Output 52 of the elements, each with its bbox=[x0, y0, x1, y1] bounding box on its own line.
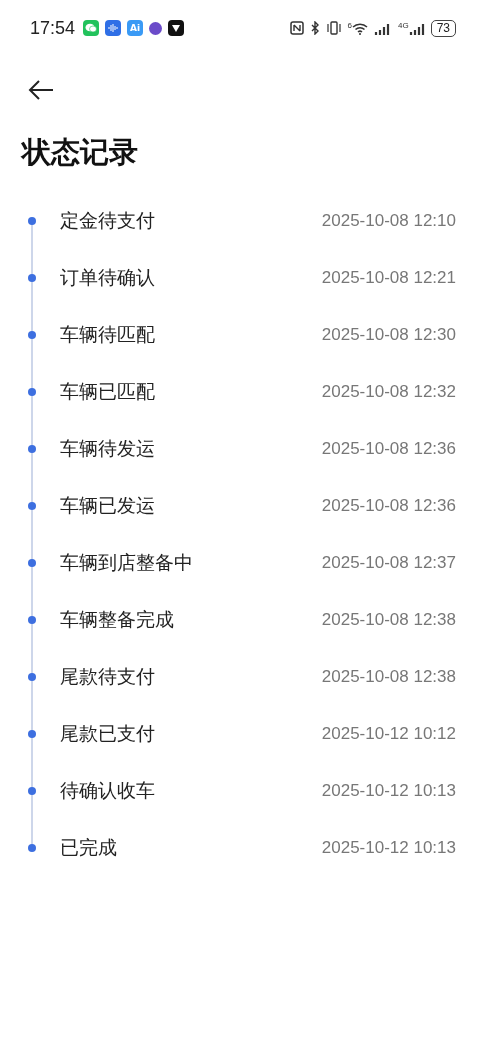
triangle-app-icon bbox=[168, 20, 185, 36]
timestamp: 2025-10-08 12:36 bbox=[321, 438, 456, 459]
status-label: 尾款已支付 bbox=[60, 720, 156, 746]
timestamp: 2025-10-08 12:21 bbox=[321, 267, 456, 288]
timestamp: 2025-10-08 12:38 bbox=[321, 666, 456, 687]
vibrate-icon bbox=[325, 21, 342, 35]
status-label: 车辆已匹配 bbox=[60, 378, 156, 404]
timeline-dot bbox=[28, 787, 36, 795]
timestamp: 2025-10-08 12:38 bbox=[321, 609, 456, 630]
app-icon bbox=[149, 21, 163, 35]
status-label: 待确认收车 bbox=[60, 777, 156, 803]
timestamp: 2025-10-08 12:30 bbox=[321, 324, 456, 345]
timestamp: 2025-10-12 10:12 bbox=[321, 723, 456, 744]
timeline-dot bbox=[28, 274, 36, 282]
chat-app-icon bbox=[83, 20, 100, 36]
timeline-dot bbox=[28, 388, 36, 396]
nfc-icon bbox=[289, 21, 304, 35]
timestamp: 2025-10-08 12:32 bbox=[321, 381, 456, 402]
timeline-dot bbox=[28, 331, 36, 339]
signal-icon bbox=[408, 21, 425, 35]
timeline-dot bbox=[28, 673, 36, 681]
timeline-dot bbox=[28, 502, 36, 510]
voice-app-icon bbox=[105, 20, 122, 36]
timeline-dot bbox=[28, 844, 36, 852]
timeline-dot bbox=[28, 217, 36, 225]
clock: 17:54 bbox=[30, 17, 76, 39]
wifi-label: 6 bbox=[347, 21, 352, 30]
status-label: 定金待支付 bbox=[60, 207, 156, 233]
timestamp: 2025-10-12 10:13 bbox=[321, 837, 456, 858]
status-label: 订单待确认 bbox=[60, 264, 156, 290]
timeline-dot bbox=[28, 730, 36, 738]
ai-app-icon: Ai bbox=[127, 20, 144, 36]
status-label: 车辆待匹配 bbox=[60, 321, 156, 347]
page-title: 状态记录 bbox=[22, 134, 139, 171]
timestamp: 2025-10-12 10:13 bbox=[321, 780, 456, 801]
network-label: 4G bbox=[397, 21, 409, 30]
timeline-dot bbox=[28, 559, 36, 567]
status-label: 尾款待支付 bbox=[60, 663, 156, 689]
battery-indicator: 73 bbox=[430, 19, 456, 37]
wifi-icon bbox=[351, 21, 368, 35]
timestamp: 2025-10-08 12:37 bbox=[321, 552, 456, 573]
timestamp: 2025-10-08 12:36 bbox=[321, 495, 456, 516]
status-label: 车辆已发运 bbox=[60, 492, 156, 518]
bluetooth-icon bbox=[309, 21, 320, 35]
status-label: 车辆到店整备中 bbox=[60, 549, 194, 575]
timeline-dot bbox=[28, 445, 36, 453]
timestamp: 2025-10-08 12:10 bbox=[321, 210, 456, 231]
status-label: 车辆整备完成 bbox=[60, 606, 175, 632]
timeline-dot bbox=[28, 616, 36, 624]
status-label: 车辆待发运 bbox=[60, 435, 156, 461]
status-label: 已完成 bbox=[60, 834, 118, 860]
signal-icon bbox=[373, 21, 392, 35]
